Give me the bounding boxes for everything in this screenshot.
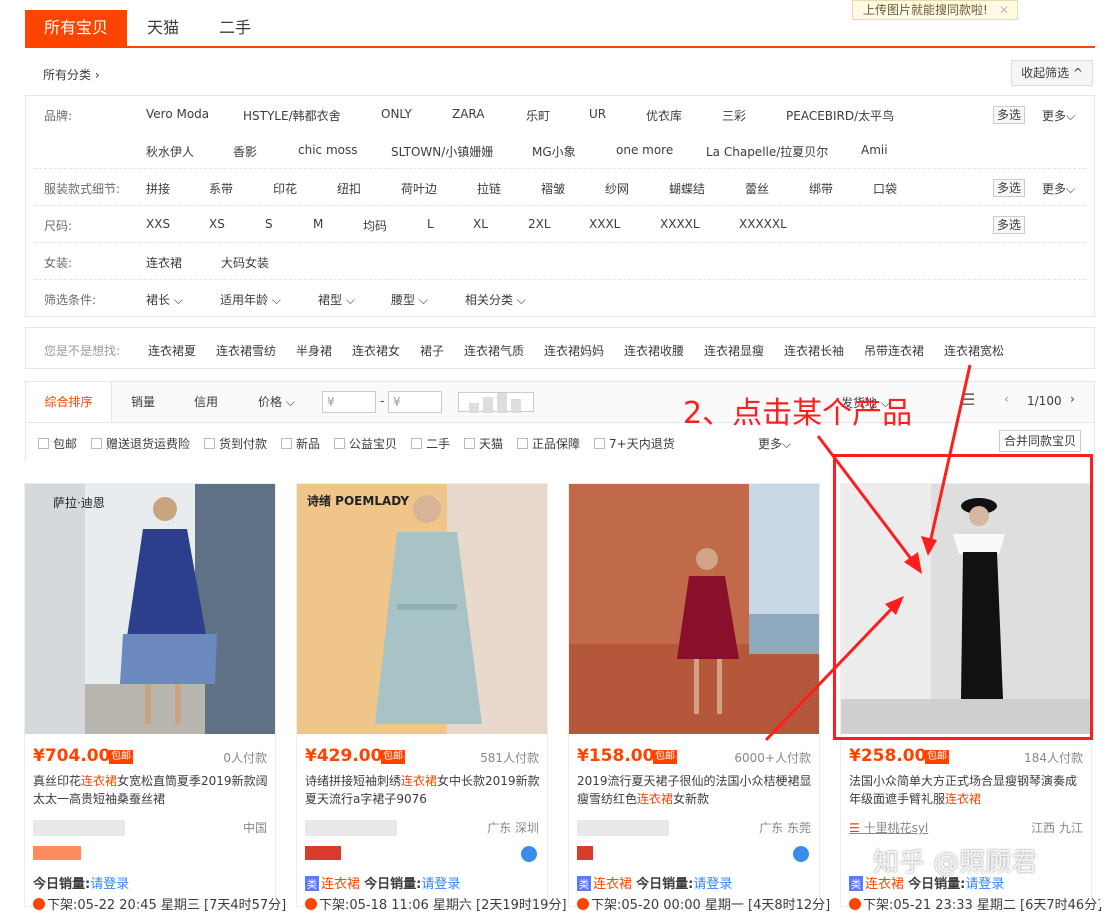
right-edge (1100, 0, 1109, 907)
annotation-arrows (764, 364, 972, 742)
watermark: 知乎 @照顾君 (873, 848, 1038, 878)
arrow-line (764, 598, 902, 742)
arrow-line (926, 364, 972, 553)
arrow-line (816, 435, 920, 569)
arrow-head-icon (921, 536, 937, 556)
